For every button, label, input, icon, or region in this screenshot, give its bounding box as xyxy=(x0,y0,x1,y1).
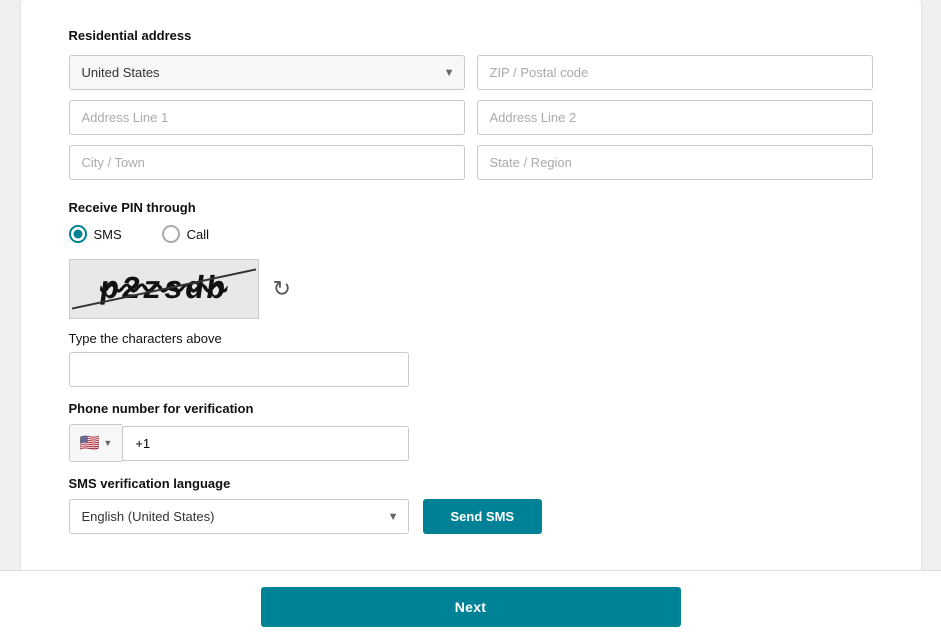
address-row-3 xyxy=(69,145,873,180)
flag-chevron-icon: ▼ xyxy=(103,438,112,448)
city-input[interactable] xyxy=(69,145,465,180)
send-sms-button[interactable]: Send SMS xyxy=(423,499,543,534)
next-button[interactable]: Next xyxy=(261,587,681,627)
bottom-bar: Next xyxy=(0,570,941,643)
sms-lang-row: English (United States) Spanish French G… xyxy=(69,499,873,534)
call-radio-input[interactable] xyxy=(162,225,180,243)
flag-emoji: 🇺🇸 xyxy=(80,433,100,453)
state-input[interactable] xyxy=(477,145,873,180)
sms-label: SMS xyxy=(94,227,122,242)
country-col: United States Canada United Kingdom Aust… xyxy=(69,55,465,90)
captcha-row: p2zsdb ↻ xyxy=(69,259,873,319)
sms-lang-select-wrapper: English (United States) Spanish French G… xyxy=(69,499,409,534)
address-row-1: United States Canada United Kingdom Aust… xyxy=(69,55,873,90)
state-col xyxy=(477,145,873,180)
phone-label: Phone number for verification xyxy=(69,401,873,416)
receive-pin-section: Receive PIN through SMS Call p2zsdb ↻ Ty… xyxy=(69,200,873,534)
refresh-captcha-icon[interactable]: ↻ xyxy=(273,276,291,302)
call-radio-option[interactable]: Call xyxy=(162,225,209,243)
zip-col xyxy=(477,55,873,90)
flag-selector[interactable]: 🇺🇸 ▼ xyxy=(69,424,123,462)
main-card: Residential address United States Canada… xyxy=(21,0,921,590)
country-select-wrapper: United States Canada United Kingdom Aust… xyxy=(69,55,465,90)
captcha-image: p2zsdb xyxy=(69,259,259,319)
phone-row: 🇺🇸 ▼ xyxy=(69,424,409,462)
sms-radio-input[interactable] xyxy=(69,225,87,243)
receive-pin-label: Receive PIN through xyxy=(69,200,873,215)
sms-radio-option[interactable]: SMS xyxy=(69,225,122,243)
address1-col xyxy=(69,100,465,135)
residential-address-label: Residential address xyxy=(69,28,873,43)
captcha-input[interactable] xyxy=(69,352,409,387)
phone-input[interactable] xyxy=(122,426,408,461)
address2-col xyxy=(477,100,873,135)
sms-lang-select[interactable]: English (United States) Spanish French G… xyxy=(69,499,409,534)
address-line1-input[interactable] xyxy=(69,100,465,135)
pin-radio-group: SMS Call xyxy=(69,225,873,243)
zip-input[interactable] xyxy=(477,55,873,90)
sms-lang-label: SMS verification language xyxy=(69,476,873,491)
captcha-type-label: Type the characters above xyxy=(69,331,873,346)
city-col xyxy=(69,145,465,180)
address-row-2 xyxy=(69,100,873,135)
country-select[interactable]: United States Canada United Kingdom Aust… xyxy=(69,55,465,90)
address-line2-input[interactable] xyxy=(477,100,873,135)
call-label: Call xyxy=(187,227,209,242)
